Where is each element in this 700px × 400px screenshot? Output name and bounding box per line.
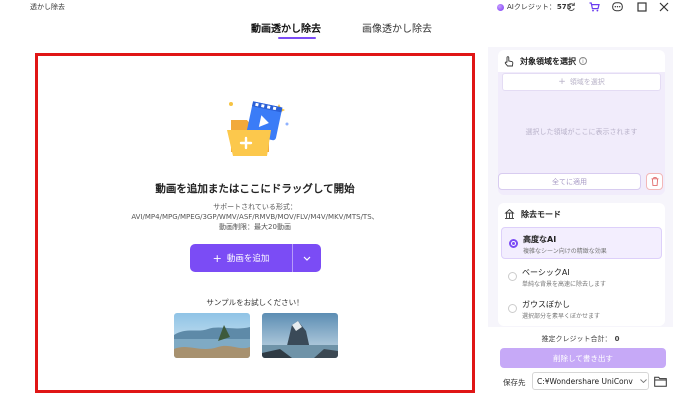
mode-description: 複雑なシーン向けの精緻な効果	[523, 248, 607, 255]
sample-video-thumbnail[interactable]	[174, 313, 250, 358]
trash-icon	[651, 177, 658, 186]
radio-selected[interactable]	[509, 239, 518, 248]
removal-mode-icon	[504, 209, 515, 219]
removal-mode-title: 除去モード	[521, 209, 561, 219]
refresh-icon[interactable]	[565, 1, 577, 13]
select-region-button[interactable]: + 領域を選択	[502, 73, 661, 91]
folder-add-icon	[221, 94, 296, 164]
mode-title: 高度なAI	[523, 235, 557, 244]
mode-option-gaussian-blur[interactable]: ガウスぼかし 選択部分を素早くぼかせます	[501, 293, 662, 325]
delete-region-button[interactable]	[646, 173, 663, 190]
credit-gem-icon	[497, 3, 504, 11]
mode-option-basic-ai[interactable]: ベーシックAI 単純な背景を高速に除去します	[501, 261, 662, 293]
mode-title: ベーシックAI	[522, 268, 570, 277]
title-bar: 透かし除去 AIクレジット： 575	[0, 0, 700, 14]
estimated-credits-label: 推定クレジット合計：	[541, 335, 612, 343]
sample-video-thumbnail[interactable]	[262, 313, 338, 358]
plus-icon: +	[558, 77, 566, 87]
mode-title: ガウスぼかし	[522, 300, 570, 309]
save-path-value: C:¥Wondershare UniConv	[537, 376, 633, 386]
tab-image-watermark-removal[interactable]: 画像透かし除去	[362, 20, 432, 36]
add-video-button[interactable]: + 動画を追加	[190, 244, 293, 272]
formats-list: AVI/MP4/MPG/MPEG/3GP/WMV/ASF/RMVB/MOV/FL…	[131, 213, 379, 221]
radio-unselected[interactable]	[508, 272, 517, 281]
remove-and-export-button[interactable]: 削除して書き出す	[500, 348, 666, 368]
tab-video-watermark-removal[interactable]: 動画透かし除去	[251, 20, 321, 36]
video-limit: 動画制限：最大20動画	[219, 223, 291, 231]
cart-icon[interactable]	[588, 1, 600, 13]
formats-label: サポートされている形式：	[213, 203, 297, 211]
estimated-credits: 推定クレジット合計： 0	[488, 334, 673, 344]
mode-option-advanced-ai[interactable]: 高度なAI 複雑なシーン向けの精緻な効果	[501, 227, 662, 259]
chat-icon[interactable]	[611, 1, 623, 13]
add-video-label: 動画を追加	[226, 254, 270, 264]
add-video-dropdown-button[interactable]	[293, 244, 321, 272]
active-tab-indicator	[278, 37, 316, 39]
credits-label: AIクレジット：	[507, 3, 556, 11]
mode-description: 選択部分を素早くぼかせます	[522, 313, 601, 320]
chevron-down-icon	[303, 256, 311, 261]
apply-to-all-button[interactable]: 全てに適用	[498, 173, 641, 190]
removal-mode-header: 除去モード	[498, 203, 665, 225]
save-location-label: 保存先	[503, 378, 526, 387]
removal-mode-section: 除去モード 高度なAI 複雑なシーン向けの精緻な効果 ベーシックAI 単純な背景…	[498, 203, 665, 326]
target-region-header: 対象領域を選択 i	[498, 50, 665, 72]
maximize-icon[interactable]	[636, 1, 648, 13]
close-icon[interactable]	[658, 1, 670, 13]
region-placeholder: 選択した領域がここに表示されます	[525, 128, 638, 136]
sample-label: サンプルをお試しください！	[206, 298, 304, 307]
folder-icon[interactable]	[653, 375, 667, 387]
supported-formats: サポートされている形式： AVI/MP4/MPG/MPEG/3GP/WMV/AS…	[38, 202, 472, 232]
chevron-down-icon[interactable]	[638, 379, 648, 383]
plus-icon: +	[212, 251, 222, 265]
save-location-select[interactable]: C:¥Wondershare UniConv	[532, 372, 649, 390]
estimated-credits-value: 0	[614, 335, 620, 343]
info-icon[interactable]: i	[579, 57, 587, 65]
video-drop-area[interactable]: 動画を追加またはここにドラッグして開始 サポートされている形式： AVI/MP4…	[35, 53, 475, 393]
hand-pointer-icon	[504, 55, 514, 67]
drop-area-title: 動画を追加またはここにドラッグして開始	[155, 183, 355, 195]
radio-unselected[interactable]	[508, 304, 517, 313]
app-title: 透かし除去	[30, 3, 65, 11]
add-video-button-group: + 動画を追加	[190, 244, 321, 272]
ai-credits: AIクレジット： 575	[497, 1, 571, 13]
target-region-title: 対象領域を選択	[520, 56, 576, 66]
select-region-label: 領域を選択	[569, 78, 605, 86]
mode-description: 単純な背景を高速に除去します	[522, 281, 607, 288]
